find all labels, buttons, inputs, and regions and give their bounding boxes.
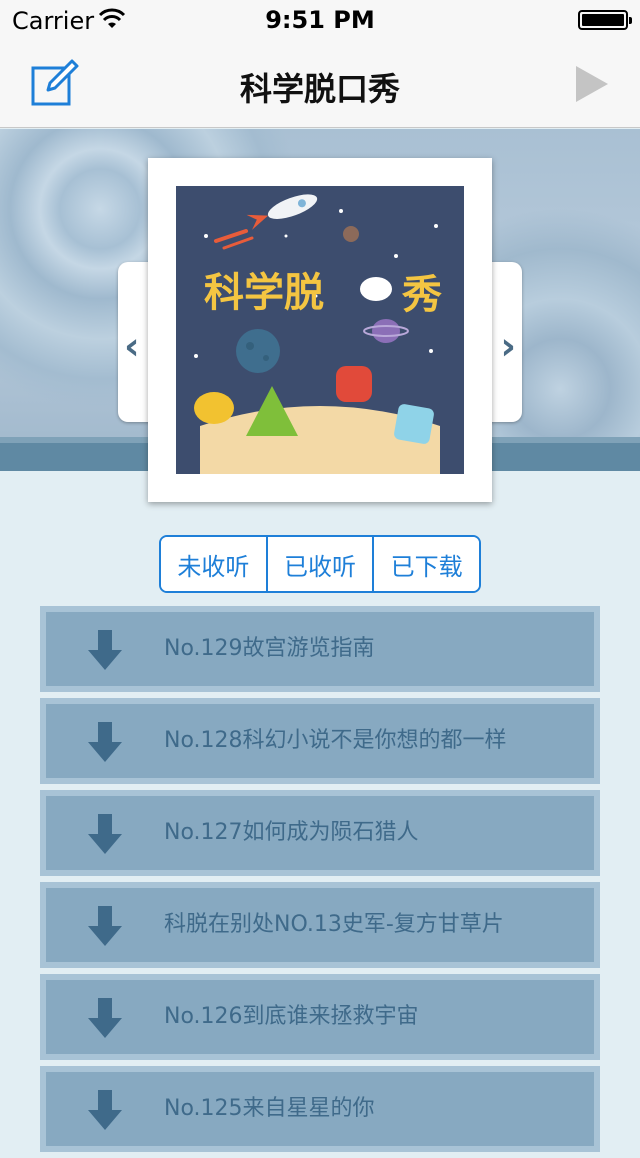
list-item[interactable]: No.127如何成为陨石猎人: [40, 790, 600, 876]
episode-title: No.129故宫游览指南: [164, 636, 375, 661]
chevron-left-icon[interactable]: ‹: [124, 324, 140, 368]
clock: 9:51 PM: [265, 6, 375, 34]
status-bar: Carrier 9:51 PM: [0, 0, 640, 40]
segment-listened[interactable]: 已收听: [267, 537, 375, 591]
list-item[interactable]: No.125来自星星的你: [40, 1066, 600, 1152]
download-icon[interactable]: [88, 722, 122, 762]
cover-title-text: 科学脱: [204, 270, 324, 316]
list-item[interactable]: No.129故宫游览指南: [40, 606, 600, 692]
album-cover[interactable]: 科学脱 秀: [148, 158, 492, 502]
nav-bar: 科学脱口秀: [0, 40, 640, 128]
episode-title: No.126到底谁来拯救宇宙: [164, 1004, 419, 1029]
page-title: 科学脱口秀: [239, 70, 400, 108]
download-icon[interactable]: [88, 1090, 122, 1130]
list-item[interactable]: No.128科幻小说不是你想的都一样: [40, 698, 600, 784]
episode-list: No.129故宫游览指南 No.128科幻小说不是你想的都一样 No.127如何…: [40, 606, 600, 1158]
cover-art: 科学脱 秀: [176, 186, 464, 474]
chevron-right-icon[interactable]: ›: [500, 324, 516, 368]
battery-icon: [578, 10, 632, 30]
filter-segmented-control[interactable]: 未收听 已收听 已下载: [159, 535, 481, 593]
download-icon[interactable]: [88, 906, 122, 946]
download-icon[interactable]: [88, 998, 122, 1038]
episode-title: No.128科幻小说不是你想的都一样: [164, 728, 507, 753]
play-icon[interactable]: [574, 64, 610, 104]
list-item[interactable]: No.126到底谁来拯救宇宙: [40, 974, 600, 1060]
episode-title: No.127如何成为陨石猎人: [164, 820, 419, 845]
episode-title: 科脱在别处NO.13史军-复方甘草片: [164, 912, 504, 937]
segment-unlistened[interactable]: 未收听: [161, 537, 268, 591]
segment-downloaded[interactable]: 已下载: [374, 537, 479, 591]
episode-title: No.125来自星星的你: [164, 1096, 375, 1121]
download-icon[interactable]: [88, 814, 122, 854]
list-item[interactable]: 科脱在别处NO.13史军-复方甘草片: [40, 882, 600, 968]
svg-text:秀: 秀: [401, 272, 442, 318]
download-icon[interactable]: [88, 630, 122, 670]
